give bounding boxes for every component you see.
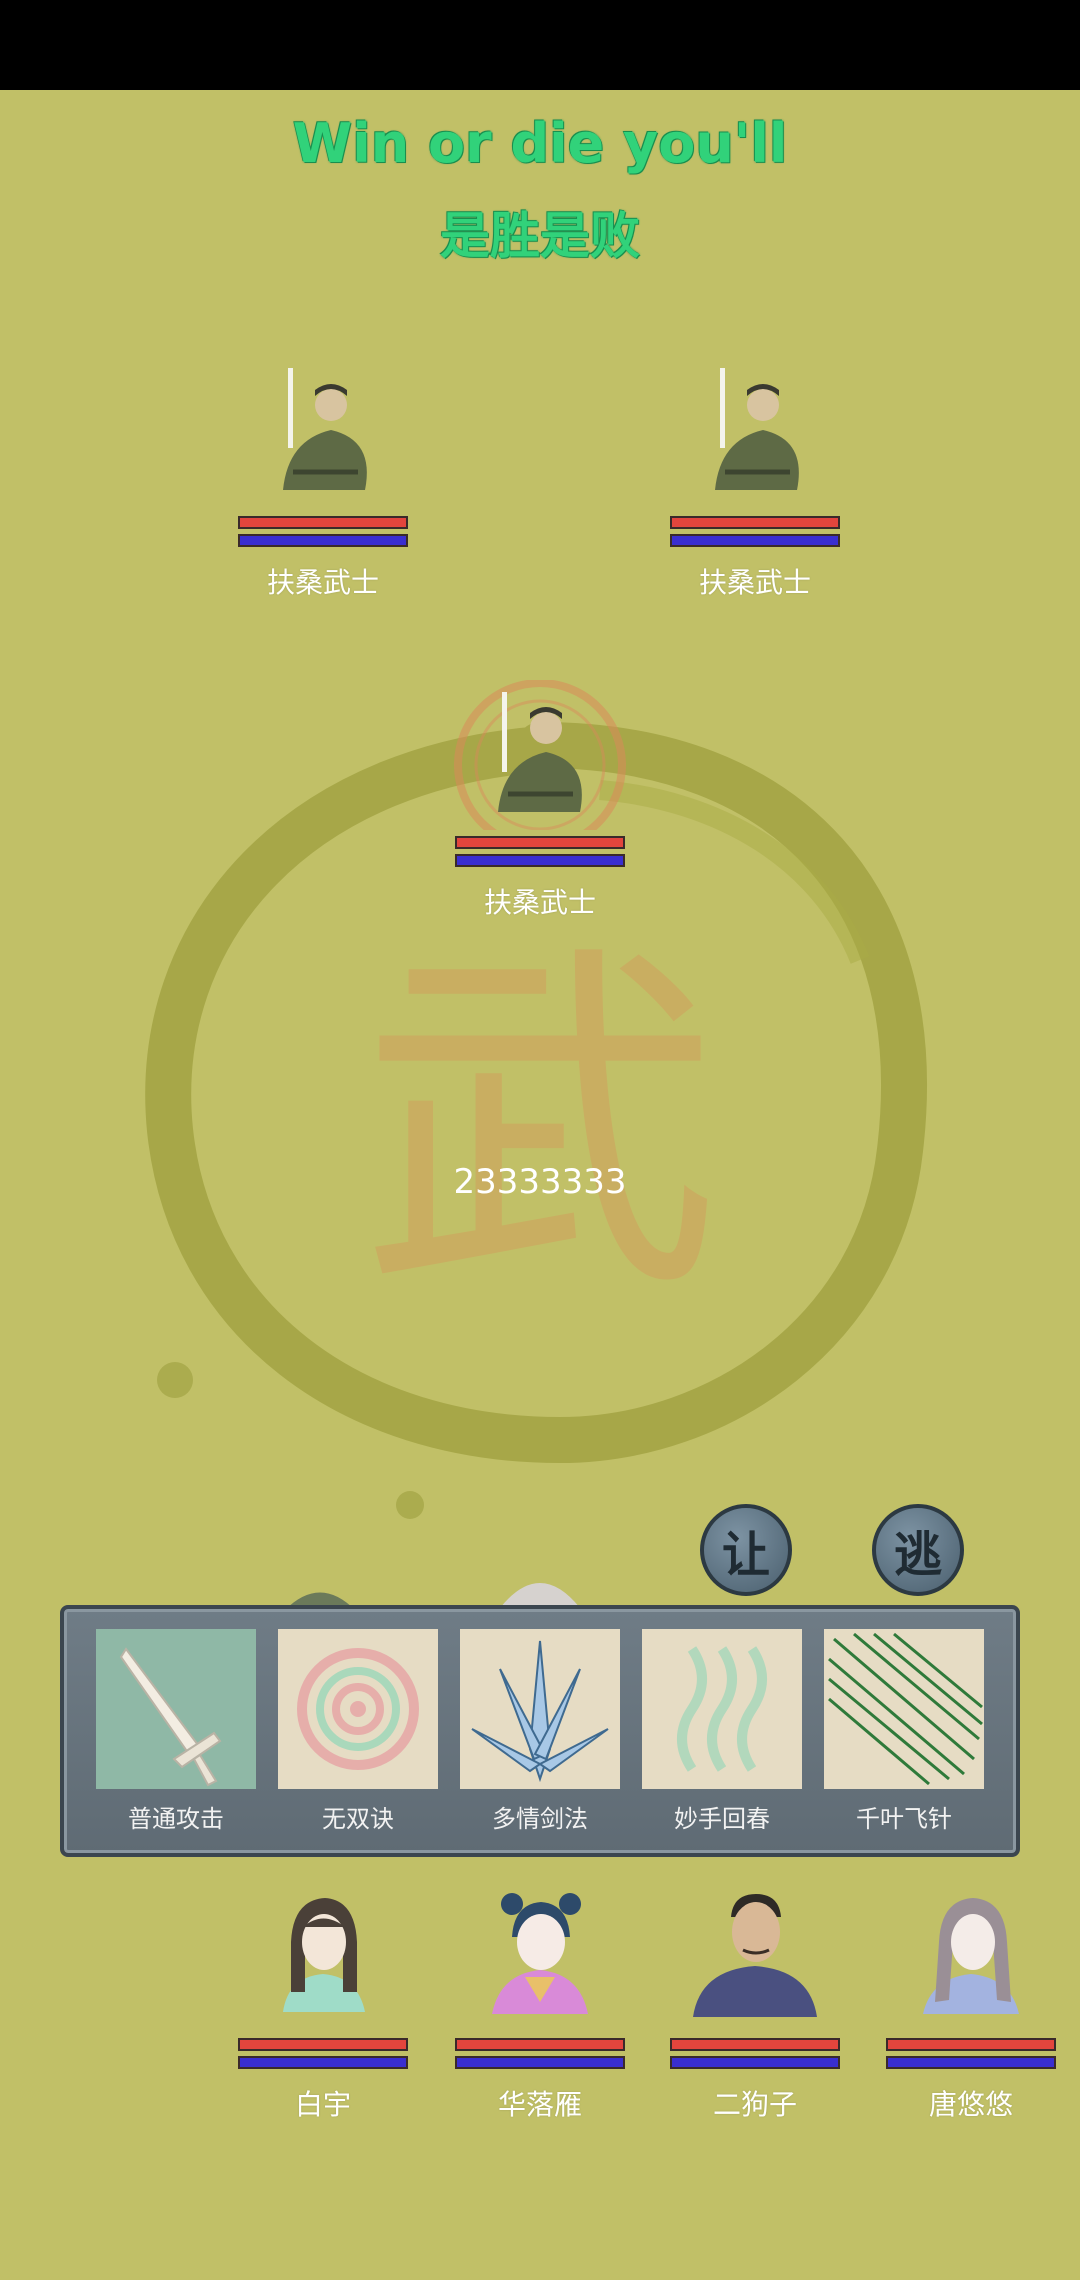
enemy-name: 扶桑武士 — [483, 886, 596, 919]
portrait-baiyu — [233, 1882, 413, 2032]
skill-label: 多情剑法 — [492, 1805, 588, 1833]
hp-bar — [238, 2038, 408, 2051]
mp-bar — [238, 534, 408, 547]
blades-icon — [460, 1629, 620, 1789]
svg-text:武: 武 — [360, 916, 720, 1335]
mp-bar — [670, 2056, 840, 2069]
hp-bar — [238, 516, 408, 529]
party-member[interactable]: 二狗子 — [665, 1882, 845, 2123]
party-member[interactable]: 白宇 — [233, 1882, 413, 2123]
mp-bar — [670, 534, 840, 547]
samurai-avatar — [665, 360, 845, 510]
mp-bar — [455, 854, 625, 867]
party-name: 唐悠悠 — [928, 2088, 1013, 2121]
skill-panel: 普通攻击 无双诀 多情剑法 妙手回春 千叶飞针 — [60, 1605, 1020, 1857]
enemy-unit[interactable]: 扶桑武士 — [233, 360, 413, 601]
heal-wave-icon — [642, 1629, 802, 1789]
skill-label: 无双诀 — [322, 1805, 394, 1833]
party-name: 华落雁 — [497, 2088, 582, 2121]
mp-bar — [455, 2056, 625, 2069]
skill-label: 妙手回春 — [674, 1805, 770, 1833]
skill-label: 普通攻击 — [128, 1805, 224, 1833]
enemy-unit[interactable]: 扶桑武士 — [665, 360, 845, 601]
enemy-name: 扶桑武士 — [266, 566, 379, 599]
flee-button[interactable]: 逃 — [872, 1504, 964, 1596]
hp-bar — [455, 2038, 625, 2051]
skill-normal-attack[interactable]: 普通攻击 — [96, 1629, 256, 1834]
portrait-hualuoyan — [450, 1882, 630, 2032]
needles-icon — [824, 1629, 984, 1789]
hp-bar — [455, 836, 625, 849]
skill-miaoshou-heal[interactable]: 妙手回春 — [642, 1629, 802, 1834]
status-bar — [0, 0, 1080, 90]
party-member[interactable]: 唐悠悠 — [881, 1882, 1061, 2123]
party-name: 白宇 — [294, 2088, 351, 2121]
portrait-ergouzi — [665, 1882, 845, 2032]
enemy-name: 扶桑武士 — [698, 566, 811, 599]
battle-title-en: Win or die you'll — [292, 112, 788, 175]
damage-number: 23333333 — [453, 1162, 627, 1202]
skill-qianye-needles[interactable]: 千叶飞针 — [824, 1629, 984, 1834]
spiral-icon — [278, 1629, 438, 1789]
portrait-tangyouyou — [881, 1882, 1061, 2032]
hidden-ally-head-icon — [500, 1583, 580, 1608]
mp-bar — [886, 2056, 1056, 2069]
skill-label: 千叶飞针 — [856, 1805, 952, 1833]
party-name: 二狗子 — [712, 2088, 797, 2121]
hp-bar — [886, 2038, 1056, 2051]
mp-bar — [238, 2056, 408, 2069]
hp-bar — [670, 2038, 840, 2051]
sword-icon — [96, 1629, 256, 1789]
skill-duoqing-sword[interactable]: 多情剑法 — [460, 1629, 620, 1834]
hp-bar — [670, 516, 840, 529]
yield-button[interactable]: 让 — [700, 1504, 792, 1596]
samurai-avatar — [450, 679, 630, 851]
party-member[interactable]: 华落雁 — [450, 1882, 630, 2123]
enemy-unit-targeted[interactable]: 扶桑武士 — [450, 679, 630, 921]
samurai-avatar — [233, 360, 413, 510]
skill-wushuang[interactable]: 无双诀 — [278, 1629, 438, 1834]
battle-title-cn: 是胜是败 — [440, 207, 640, 265]
